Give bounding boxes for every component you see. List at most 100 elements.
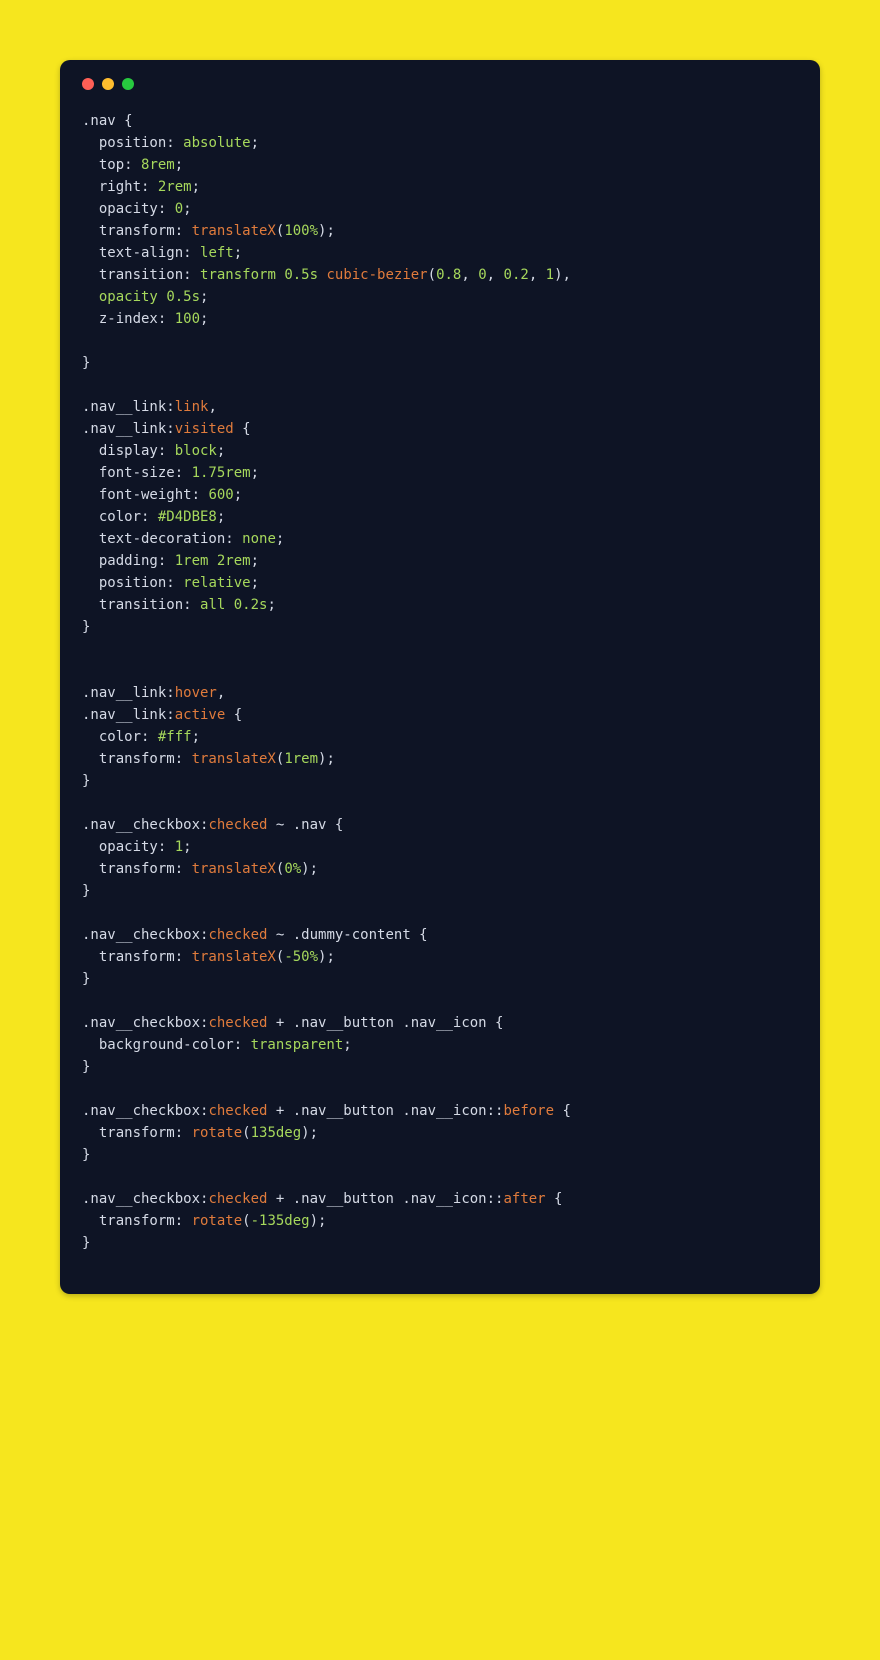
- code-token: right:: [82, 179, 158, 195]
- code-token: transparent: [251, 1037, 344, 1053]
- code-token: .nav__checkbox:: [82, 817, 208, 833]
- code-token: }: [82, 1235, 90, 1251]
- code-token: ;: [200, 311, 208, 327]
- code-token: ;: [234, 245, 242, 261]
- code-token: checked: [208, 1191, 267, 1207]
- code-token: (: [428, 267, 436, 283]
- code-token: + .nav__button .nav__icon::: [267, 1103, 503, 1119]
- code-token: (: [242, 1125, 250, 1141]
- code-token: ,: [461, 267, 478, 283]
- code-token: 0: [175, 201, 183, 217]
- code-token: );: [310, 1213, 327, 1229]
- code-token: #fff: [158, 729, 192, 745]
- code-token: 0%: [284, 861, 301, 877]
- code-token: none: [242, 531, 276, 547]
- code-token: }: [82, 355, 90, 371]
- code-token: color:: [82, 729, 158, 745]
- code-token: }: [82, 883, 90, 899]
- code-token: translateX: [192, 751, 276, 767]
- code-token: position:: [82, 135, 183, 151]
- code-token: ;: [251, 465, 259, 481]
- code-token: .nav__link:: [82, 685, 175, 701]
- code-token: ,: [529, 267, 546, 283]
- minimize-icon[interactable]: [102, 78, 114, 90]
- code-token: );: [318, 949, 335, 965]
- code-token: color:: [82, 509, 158, 525]
- code-token: display:: [82, 443, 175, 459]
- code-token: opacity:: [82, 201, 175, 217]
- code-token: ;: [217, 443, 225, 459]
- code-token: 0.2: [504, 267, 529, 283]
- code-token: 1.75rem: [192, 465, 251, 481]
- code-token: ;: [251, 575, 259, 591]
- code-token: padding:: [82, 553, 175, 569]
- code-token: {: [554, 1103, 571, 1119]
- code-token: .nav__checkbox:: [82, 927, 208, 943]
- code-token: [225, 597, 233, 613]
- code-token: ,: [208, 399, 216, 415]
- code-token: 1: [175, 839, 183, 855]
- code-token: checked: [208, 1015, 267, 1031]
- code-token: ;: [192, 729, 200, 745]
- code-token: );: [318, 223, 335, 239]
- code-token: );: [301, 861, 318, 877]
- code-token: + .nav__button .nav__icon {: [267, 1015, 503, 1031]
- code-token: ,: [487, 267, 504, 283]
- code-token: translateX: [192, 949, 276, 965]
- code-token: ;: [200, 289, 208, 305]
- code-token: 135deg: [251, 1125, 302, 1141]
- code-token: position:: [82, 575, 183, 591]
- code-token: z-index:: [82, 311, 175, 327]
- code-token: [208, 553, 216, 569]
- code-token: transform:: [82, 1125, 192, 1141]
- code-token: rotate: [192, 1125, 243, 1141]
- code-token: .nav__link:: [82, 421, 175, 437]
- close-icon[interactable]: [82, 78, 94, 90]
- code-token: translateX: [192, 223, 276, 239]
- code-token: ,: [217, 685, 225, 701]
- code-token: 1rem: [175, 553, 209, 569]
- code-token: [82, 289, 99, 305]
- code-token: .nav__checkbox:: [82, 1103, 208, 1119]
- code-token: #D4DBE8: [158, 509, 217, 525]
- code-token: font-size:: [82, 465, 192, 481]
- code-token: }: [82, 773, 90, 789]
- code-token: ;: [192, 179, 200, 195]
- code-token: .nav__checkbox:: [82, 1015, 208, 1031]
- code-token: ~ .nav {: [267, 817, 343, 833]
- code-token: }: [82, 971, 90, 987]
- code-token: (: [242, 1213, 250, 1229]
- code-token: ;: [251, 135, 259, 151]
- code-token: 0.8: [436, 267, 461, 283]
- code-token: .nav__link:: [82, 707, 175, 723]
- code-token: background-color:: [82, 1037, 251, 1053]
- code-token: 2rem: [217, 553, 251, 569]
- code-token: 2rem: [158, 179, 192, 195]
- code-token: absolute: [183, 135, 250, 151]
- window-controls: [82, 78, 798, 90]
- code-token: 1rem: [284, 751, 318, 767]
- code-token: ;: [251, 553, 259, 569]
- code-token: ;: [276, 531, 284, 547]
- code-token: -135deg: [251, 1213, 310, 1229]
- code-token: ;: [183, 201, 191, 217]
- code-token: 100%: [284, 223, 318, 239]
- code-content: .nav { position: absolute; top: 8rem; ri…: [82, 110, 798, 1254]
- code-token: before: [503, 1103, 554, 1119]
- code-token: 1: [546, 267, 554, 283]
- zoom-icon[interactable]: [122, 78, 134, 90]
- code-token: rotate: [192, 1213, 243, 1229]
- code-token: }: [82, 1147, 90, 1163]
- code-token: font-weight:: [82, 487, 208, 503]
- code-token: 0.2s: [234, 597, 268, 613]
- code-token: checked: [208, 927, 267, 943]
- code-token: .nav__checkbox:: [82, 1191, 208, 1207]
- code-token: {: [234, 421, 251, 437]
- code-token: 0.5s: [284, 267, 318, 283]
- code-token: transform:: [82, 1213, 192, 1229]
- code-token: );: [318, 751, 335, 767]
- code-token: translateX: [192, 861, 276, 877]
- code-token: {: [546, 1191, 563, 1207]
- code-token: visited: [175, 421, 234, 437]
- code-token: active: [175, 707, 226, 723]
